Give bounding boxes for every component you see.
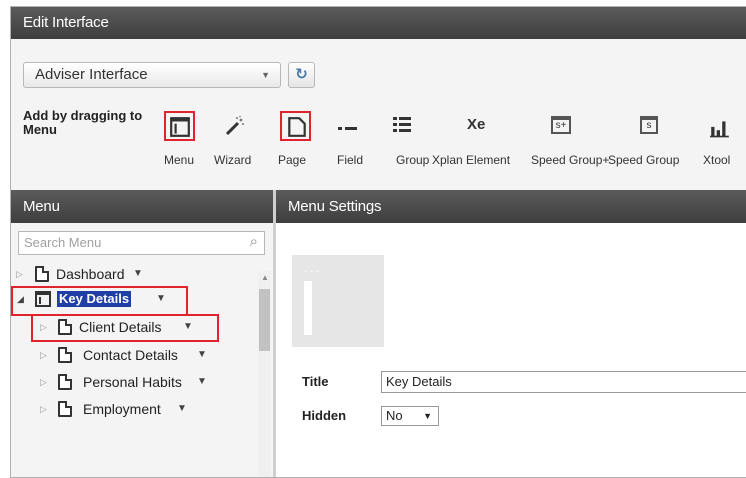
tree-item-key-details[interactable]: ◢ Key Details ▼ bbox=[11, 286, 256, 316]
speed-group-icon: s bbox=[640, 116, 658, 134]
expand-arrow-icon[interactable]: ▷ bbox=[40, 396, 47, 422]
menu-scrollbar-thumb[interactable] bbox=[259, 289, 270, 351]
window-title: Edit Interface bbox=[23, 14, 109, 31]
tool-label: Field bbox=[337, 153, 364, 167]
chevron-down-icon[interactable]: ▼ bbox=[133, 261, 143, 287]
tool-label: Speed Group bbox=[608, 153, 680, 167]
title-input-value: Key Details bbox=[386, 374, 452, 389]
edit-interface-header: Edit Interface bbox=[11, 7, 746, 39]
menu-pane-header: Menu bbox=[11, 190, 285, 223]
hidden-select-value: No bbox=[386, 408, 403, 423]
page-icon bbox=[35, 266, 49, 282]
field-icon bbox=[338, 127, 357, 130]
page-icon bbox=[58, 347, 72, 363]
expand-arrow-icon[interactable]: ▷ bbox=[40, 342, 47, 368]
interface-select[interactable]: Adviser Interface ▼ bbox=[23, 62, 281, 88]
tool-label: Page bbox=[278, 153, 307, 167]
menu-pane-title: Menu bbox=[23, 198, 60, 215]
hidden-label: Hidden bbox=[302, 408, 347, 423]
tool-label: Menu bbox=[164, 153, 195, 167]
page-icon bbox=[58, 319, 72, 335]
refresh-icon: ↻ bbox=[295, 66, 308, 83]
tool-label: Speed Group+ bbox=[531, 153, 610, 167]
tree-item-label: Client Details bbox=[79, 319, 162, 335]
chevron-down-icon[interactable]: ▼ bbox=[197, 342, 207, 368]
scroll-up-icon[interactable]: ▲ bbox=[261, 273, 269, 282]
toolbar: Adviser Interface ▼ ↻ Add by dragging to… bbox=[11, 39, 746, 189]
title-input[interactable]: Key Details bbox=[381, 371, 746, 393]
hidden-select[interactable]: No ▼ bbox=[381, 406, 439, 426]
page-icon bbox=[58, 374, 72, 390]
tree-item-employment[interactable]: ▷ Employment ▼ bbox=[11, 396, 256, 422]
chevron-down-icon[interactable]: ▼ bbox=[183, 314, 193, 340]
tree-item-contact-details[interactable]: ▷ Contact Details ▼ bbox=[11, 342, 256, 368]
page-icon bbox=[58, 401, 72, 417]
bar-chart-icon bbox=[710, 121, 729, 138]
search-placeholder: Search Menu bbox=[24, 235, 102, 250]
title-label: Title bbox=[302, 374, 329, 389]
menu-window-icon bbox=[35, 291, 51, 307]
tool-label: Xtool bbox=[703, 153, 731, 167]
tree-item-dashboard[interactable]: ▷ Dashboard ▼ bbox=[11, 261, 256, 287]
wizard-wand-icon bbox=[225, 115, 244, 136]
tree-item-label: Dashboard bbox=[56, 266, 125, 282]
tree-item-label: Contact Details bbox=[83, 347, 178, 363]
add-by-dragging-label: Add by dragging to Menu bbox=[23, 108, 143, 137]
tool-label: Wizard bbox=[214, 153, 252, 167]
menu-window-icon bbox=[170, 117, 190, 137]
settings-pane-title: Menu Settings bbox=[288, 198, 382, 215]
xe-icon: Xe bbox=[467, 116, 486, 133]
tree-item-personal-habits[interactable]: ▷ Personal Habits ▼ bbox=[11, 369, 256, 395]
tool-label: Group bbox=[396, 153, 430, 167]
collapse-arrow-icon[interactable]: ◢ bbox=[17, 286, 24, 312]
chevron-down-icon: ▼ bbox=[423, 411, 432, 421]
interface-select-value: Adviser Interface bbox=[35, 66, 148, 83]
expand-arrow-icon[interactable]: ▷ bbox=[40, 314, 47, 340]
menu-pane: Search Menu ⌕ ▲ ▷ Dashboard ▼ ◢ Key Deta… bbox=[11, 223, 273, 477]
search-menu-input[interactable]: Search Menu ⌕ bbox=[18, 231, 265, 255]
edit-interface-window: Edit Interface Adviser Interface ▼ ↻ Add… bbox=[10, 6, 746, 478]
page-icon bbox=[288, 117, 306, 137]
chevron-down-icon[interactable]: ▼ bbox=[177, 396, 187, 422]
menu-settings-pane: ... Title Key Details Hidden No ▼ bbox=[276, 223, 746, 477]
tree-item-label: Employment bbox=[83, 401, 161, 417]
chevron-down-icon[interactable]: ▼ bbox=[156, 286, 166, 312]
tree-item-client-details[interactable]: ▷ Client Details ▼ bbox=[11, 314, 256, 342]
tree-item-label: Key Details bbox=[57, 291, 132, 307]
expand-arrow-icon[interactable]: ▷ bbox=[40, 369, 47, 395]
refresh-button[interactable]: ↻ bbox=[288, 62, 315, 88]
tool-label: Xplan Element bbox=[432, 153, 511, 167]
search-icon: ⌕ bbox=[249, 233, 258, 250]
chevron-down-icon: ▼ bbox=[261, 70, 270, 80]
settings-pane-header: Menu Settings bbox=[276, 190, 746, 223]
group-list-icon bbox=[393, 117, 411, 132]
tree-item-label: Personal Habits bbox=[83, 374, 182, 390]
expand-arrow-icon[interactable]: ▷ bbox=[16, 261, 23, 287]
chevron-down-icon[interactable]: ▼ bbox=[197, 369, 207, 395]
menu-window-icon: ... bbox=[292, 255, 384, 347]
speed-group-plus-icon: s+ bbox=[551, 116, 571, 134]
